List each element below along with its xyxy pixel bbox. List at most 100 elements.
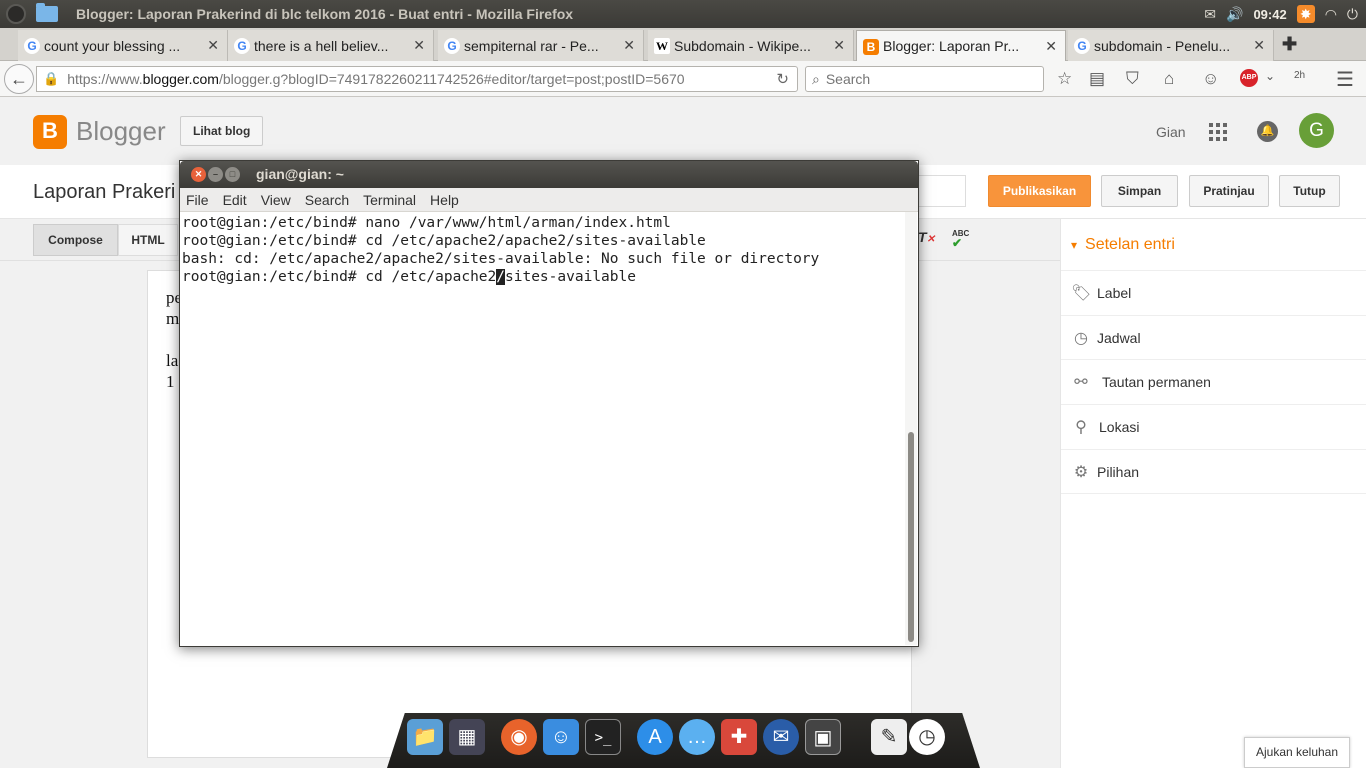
menu-file[interactable]: File xyxy=(186,192,209,208)
menu-edit[interactable]: Edit xyxy=(223,192,247,208)
menu-search[interactable]: Search xyxy=(305,192,349,208)
terminal-output[interactable]: root@gian:/etc/bind# nano /var/www/html/… xyxy=(180,212,905,645)
text-editor-icon[interactable]: ✎ xyxy=(871,719,907,755)
clock-app-icon[interactable]: ◷ xyxy=(909,719,945,755)
browser-tab[interactable]: G sempiternal rar - Pe... ✕ xyxy=(438,30,644,61)
sidebar-item-location[interactable]: ⚲ Lokasi xyxy=(1061,404,1366,449)
sidebar-item-text: Pilihan xyxy=(1097,464,1140,480)
close-button[interactable]: Tutup xyxy=(1279,175,1340,207)
reload-icon[interactable]: ↻ xyxy=(776,70,789,88)
adblock-icon[interactable]: ABP xyxy=(1240,69,1258,87)
post-settings-sidebar: Setelan entri 🏷 Label ◷ Jadwal ⚯ Tautan … xyxy=(1060,219,1366,768)
power-icon[interactable]: ⏻ xyxy=(1347,6,1358,23)
browser-tab[interactable]: G there is a hell believ... ✕ xyxy=(228,30,434,61)
messages-icon[interactable]: … xyxy=(679,719,715,755)
terminal-line: root@gian:/etc/bind# cd /etc/apache2/apa… xyxy=(182,233,706,249)
user-name: Gian xyxy=(1156,124,1186,140)
view-blog-button[interactable]: Lihat blog xyxy=(180,116,264,146)
sidebar-item-schedule[interactable]: ◷ Jadwal xyxy=(1061,315,1366,360)
weather-icon[interactable]: ✸ xyxy=(1296,5,1315,23)
volume-icon[interactable]: 🔊 xyxy=(1226,6,1243,23)
browser-tab[interactable]: G subdomain - Penelu... ✕ xyxy=(1068,30,1274,61)
files-icon[interactable]: 📁 xyxy=(407,719,443,755)
software-icon[interactable]: ✚ xyxy=(721,719,757,755)
extension-badge[interactable]: 2h xyxy=(1294,70,1305,81)
post-title-field[interactable] xyxy=(916,175,966,207)
sidebar-title[interactable]: Setelan entri xyxy=(1071,236,1175,254)
blogger-brand[interactable]: Blogger xyxy=(76,116,166,147)
menu-terminal[interactable]: Terminal xyxy=(363,192,416,208)
close-icon[interactable]: ✕ xyxy=(623,37,635,54)
new-tab-icon[interactable]: ✚ xyxy=(1282,34,1297,55)
prompt-text: sites-available xyxy=(505,269,636,285)
close-window-icon[interactable]: ✕ xyxy=(191,167,206,182)
clock[interactable]: 09:42 xyxy=(1253,7,1286,22)
feedback-button[interactable]: Ajukan keluhan xyxy=(1244,737,1350,768)
ubuntu-logo-icon[interactable] xyxy=(6,4,26,24)
url-text[interactable]: https://www.blogger.com/blogger.g?blogID… xyxy=(67,71,757,87)
compose-mode-button[interactable]: Compose xyxy=(33,224,118,256)
close-icon[interactable]: ✕ xyxy=(1253,37,1265,54)
apps-grid-icon[interactable] xyxy=(1209,123,1227,141)
thunderbird-icon[interactable]: ✉ xyxy=(763,719,799,755)
terminal-line: root@gian:/etc/bind# nano /var/www/html/… xyxy=(182,215,671,231)
tab-label: there is a hell believ... xyxy=(254,37,389,54)
firefox-icon[interactable]: ◉ xyxy=(501,719,537,755)
home-icon[interactable]: ⌂ xyxy=(1164,69,1174,89)
spellcheck-icon[interactable]: ABC xyxy=(952,229,969,250)
maximize-window-icon[interactable]: □ xyxy=(225,167,240,182)
terminal-titlebar[interactable]: ✕ – □ gian@gian: ~ xyxy=(180,161,918,188)
terminal-running-icon[interactable]: ▣ xyxy=(805,719,841,755)
close-icon[interactable]: ✕ xyxy=(833,37,845,54)
terminal-window[interactable]: ✕ – □ gian@gian: ~ File Edit View Search… xyxy=(179,160,919,647)
terminal-icon[interactable]: >_ xyxy=(585,719,621,755)
mail-icon[interactable]: ✉ xyxy=(1204,6,1216,23)
browser-tab-active[interactable]: B Blogger: Laporan Pr... ✕ xyxy=(856,30,1066,61)
scrollbar-thumb[interactable] xyxy=(908,432,914,642)
close-icon[interactable]: ✕ xyxy=(1045,38,1057,55)
chevron-down-icon[interactable]: ⌄ xyxy=(1265,69,1275,83)
google-icon: G xyxy=(234,38,250,54)
menu-view[interactable]: View xyxy=(261,192,291,208)
sidebar-item-options[interactable]: ⚙ Pilihan xyxy=(1061,449,1366,494)
close-icon[interactable]: ✕ xyxy=(413,37,425,54)
bookmark-star-icon[interactable]: ☆ xyxy=(1057,69,1072,89)
terminal-prompt-line[interactable]: root@gian:/etc/bind# cd /etc/apache2/sit… xyxy=(182,268,905,286)
browser-tab-bar: G count your blessing ... ✕ G there is a… xyxy=(0,28,1366,61)
publish-button[interactable]: Publikasikan xyxy=(988,175,1091,207)
url-bar[interactable]: 🔒 https://www.blogger.com/blogger.g?blog… xyxy=(36,66,798,92)
sidebar-item-text: Jadwal xyxy=(1097,330,1141,346)
sidebar-item-permalink[interactable]: ⚯ Tautan permanen xyxy=(1061,359,1366,404)
sidebar-item-label[interactable]: 🏷 Label xyxy=(1061,270,1366,315)
wifi-icon[interactable]: ◠ xyxy=(1325,6,1337,23)
tag-icon: 🏷 xyxy=(1071,285,1092,302)
notification-bell-icon[interactable]: 🔔 xyxy=(1257,121,1278,142)
browser-tab[interactable]: G count your blessing ... ✕ xyxy=(18,30,228,61)
preview-button[interactable]: Pratinjau xyxy=(1189,175,1269,207)
pocket-icon[interactable]: ⛉ xyxy=(1126,69,1139,89)
finder-icon[interactable]: ☺ xyxy=(543,719,579,755)
post-title-input[interactable]: Laporan Prakeri xyxy=(33,181,175,204)
terminal-scrollbar[interactable] xyxy=(905,212,917,645)
save-button[interactable]: Simpan xyxy=(1101,175,1178,207)
menu-help[interactable]: Help xyxy=(430,192,459,208)
workspace-switcher-icon[interactable]: ▦ xyxy=(449,719,485,755)
search-box[interactable]: ⌕ xyxy=(805,66,1044,92)
menu-icon[interactable]: ☰ xyxy=(1336,67,1354,92)
reading-list-icon[interactable]: ▤ xyxy=(1089,69,1105,89)
minimize-window-icon[interactable]: – xyxy=(208,167,223,182)
blogger-logo-icon[interactable] xyxy=(33,115,67,149)
back-button[interactable]: ← xyxy=(4,64,34,94)
lock-icon[interactable]: 🔒 xyxy=(43,71,59,87)
app-store-icon[interactable]: A xyxy=(637,719,673,755)
folder-icon[interactable] xyxy=(36,3,58,22)
chat-icon[interactable]: ☺ xyxy=(1202,69,1219,89)
avatar[interactable]: G xyxy=(1299,113,1334,148)
google-icon: G xyxy=(1074,38,1090,54)
html-mode-button[interactable]: HTML xyxy=(118,224,178,256)
close-icon[interactable]: ✕ xyxy=(207,37,219,54)
clear-format-icon[interactable]: T✕ xyxy=(918,229,935,245)
terminal-cursor: / xyxy=(496,269,506,285)
search-input[interactable] xyxy=(825,71,1026,87)
browser-tab[interactable]: W Subdomain - Wikipe... ✕ xyxy=(648,30,854,61)
